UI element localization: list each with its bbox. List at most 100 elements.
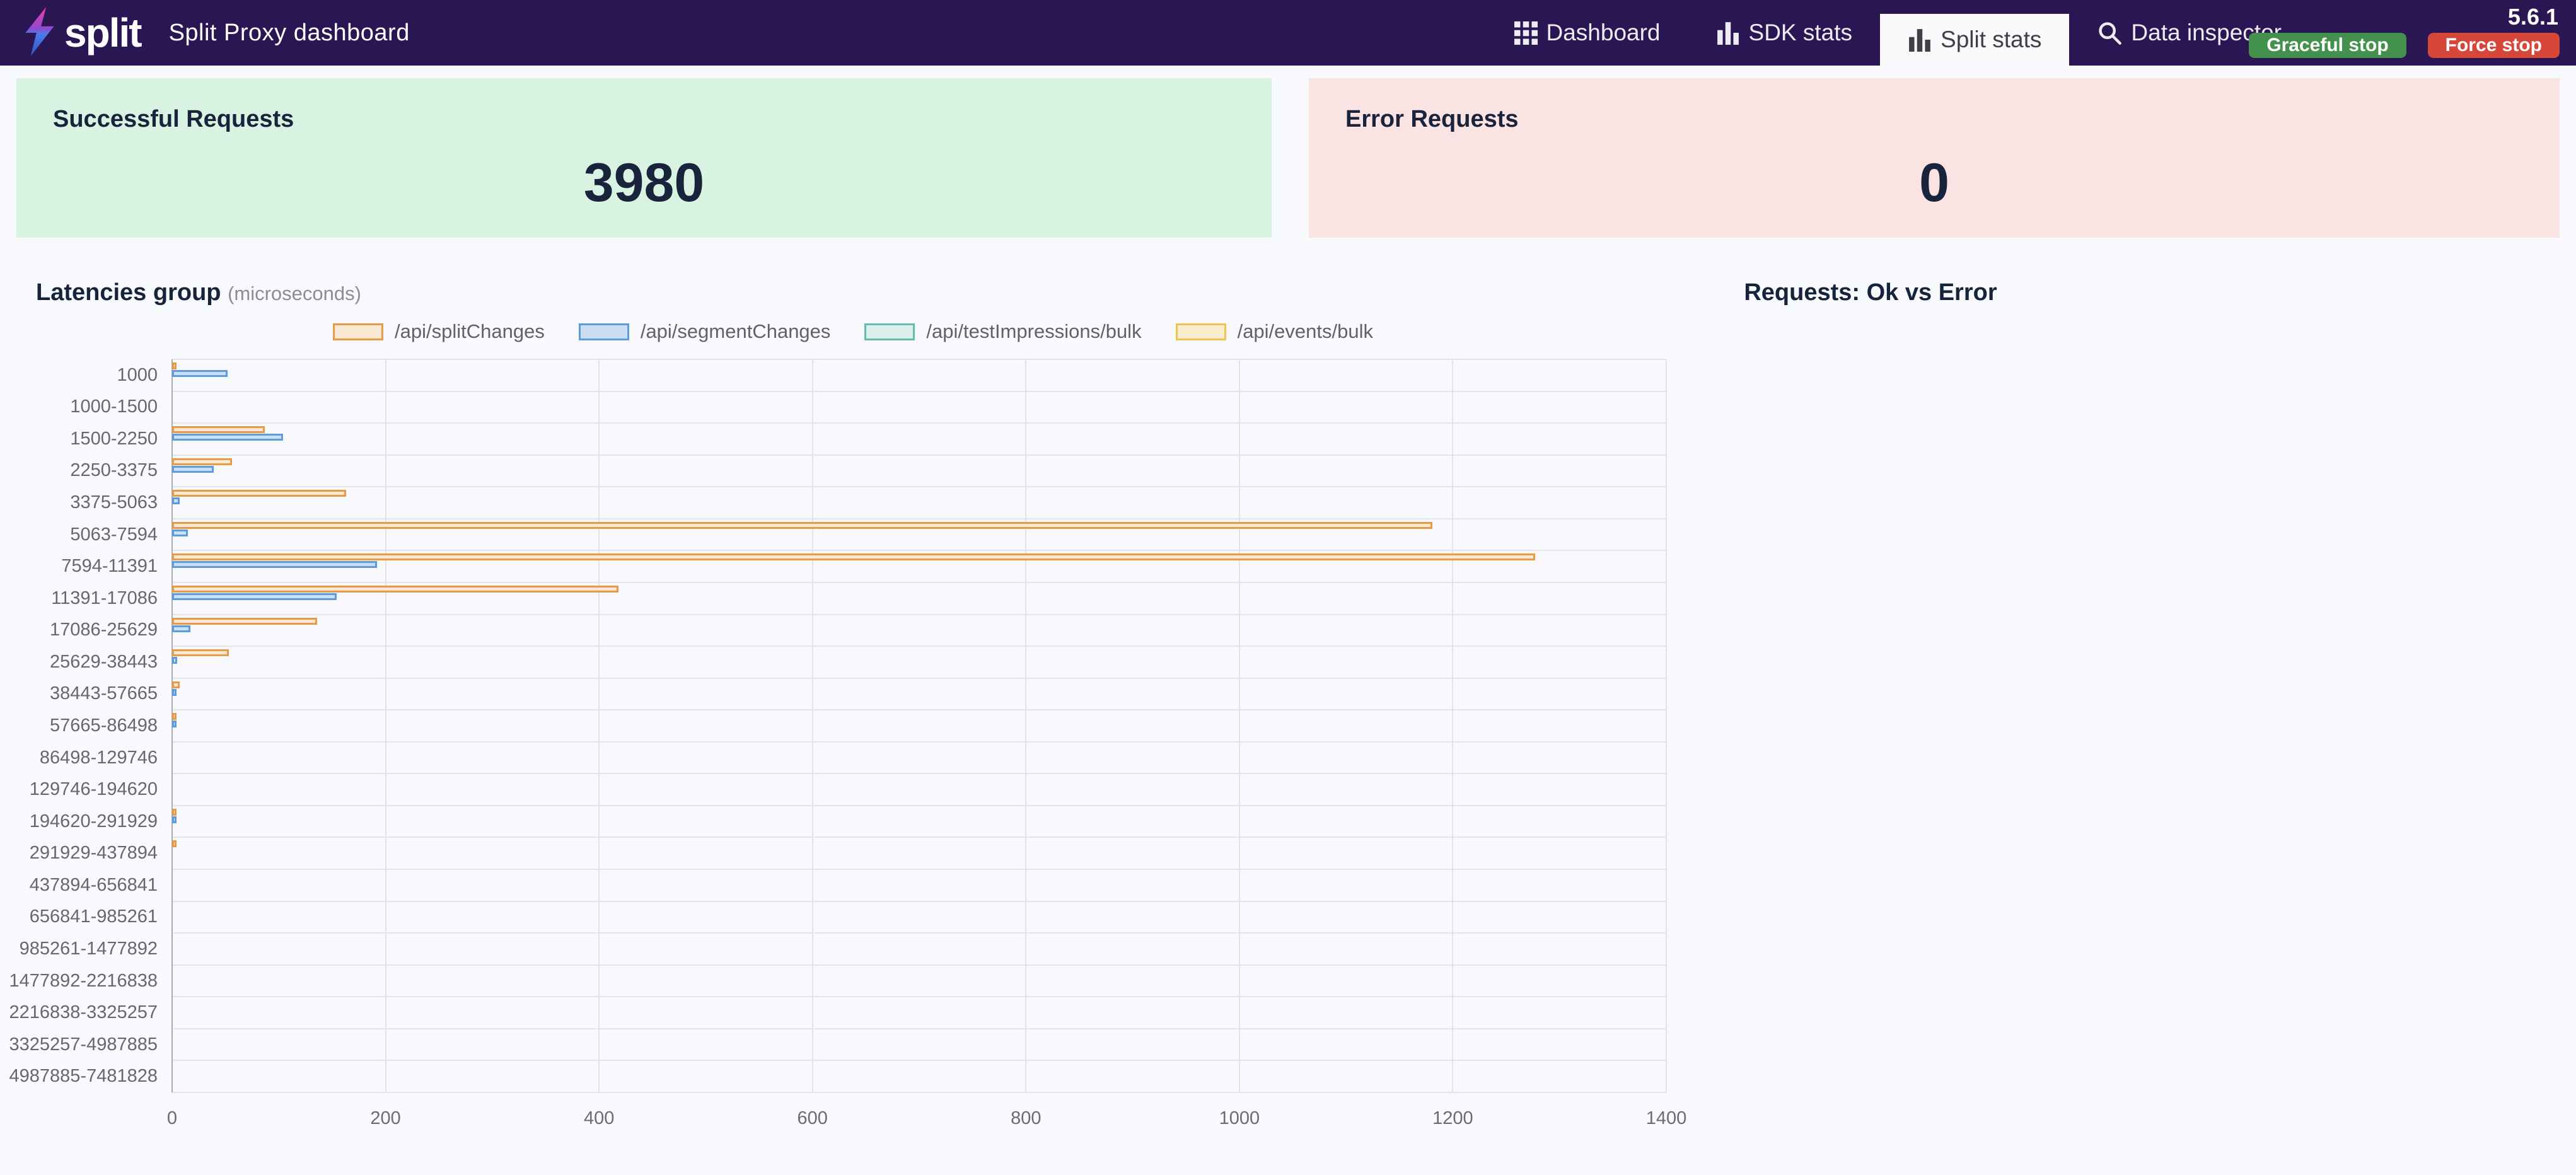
split-logo-icon	[21, 6, 58, 59]
successful-requests-value: 3980	[583, 153, 705, 213]
brand[interactable]: split	[21, 0, 142, 66]
error-requests-title: Error Requests	[1345, 106, 1519, 132]
legend-label: /api/splitChanges	[395, 320, 545, 342]
gridline	[172, 932, 1666, 934]
gridline	[172, 645, 1666, 647]
grid-icon	[1514, 21, 1538, 45]
y-tick-label: 656841-985261	[29, 906, 158, 927]
y-tick-label: 1500-2250	[70, 428, 158, 449]
gridline	[1025, 359, 1027, 1092]
error-requests-value: 0	[1919, 153, 1949, 213]
header-buttons: Graceful stop Force stop	[2249, 33, 2560, 58]
legend-label: /api/segmentChanges	[640, 320, 831, 342]
bar-api-segmentChanges	[172, 625, 190, 632]
gridline	[172, 677, 1666, 679]
legend-item[interactable]: /api/segmentChanges	[578, 320, 831, 343]
brand-wordmark: split	[64, 10, 142, 55]
nav-item-sdk-stats[interactable]: SDK stats	[1688, 0, 1881, 66]
bar-api-splitChanges	[172, 521, 1433, 529]
bar-api-segmentChanges	[172, 688, 177, 696]
page-title: Split Proxy dashboard	[168, 19, 410, 46]
legend-item[interactable]: /api/testImpressions/bulk	[864, 320, 1142, 343]
y-tick-label: 38443-57665	[50, 683, 158, 704]
bar-api-segmentChanges	[172, 370, 228, 377]
successful-requests-card: Successful Requests 3980	[16, 78, 1272, 238]
gridline	[172, 550, 1666, 552]
x-tick-label: 0	[166, 1108, 178, 1128]
bar-chart-icon	[1716, 21, 1740, 45]
gridline	[598, 359, 600, 1092]
split-proxy-dashboard: split Split Proxy dashboard Dashboard SDK…	[0, 0, 2576, 1175]
bar-api-segmentChanges	[172, 561, 378, 569]
header-nav: Dashboard SDK stats Split stats Data inspec…	[1487, 0, 2310, 66]
x-tick-label: 1000	[1219, 1108, 1260, 1128]
bar-api-splitChanges	[172, 458, 232, 465]
bar-api-segmentChanges	[172, 593, 337, 600]
gridline	[172, 709, 1666, 711]
legend-swatch	[1175, 323, 1226, 340]
gridline	[172, 486, 1666, 488]
nav-item-label: SDK stats	[1748, 20, 1853, 45]
legend-swatch	[864, 323, 915, 340]
gridline	[172, 613, 1666, 615]
bar-api-segmentChanges	[172, 816, 177, 823]
gridline	[172, 804, 1666, 806]
x-tick-label: 200	[370, 1108, 401, 1128]
latencies-group-subtitle: (microseconds)	[228, 282, 361, 304]
search-icon	[2097, 20, 2122, 45]
bar-chart-icon	[1908, 28, 1932, 52]
gridline	[172, 359, 1666, 360]
bar-api-splitChanges	[172, 362, 177, 369]
version-label: 5.6.1	[2507, 4, 2558, 30]
gridline	[385, 359, 386, 1092]
gridline	[172, 741, 1666, 743]
nav-item-dashboard[interactable]: Dashboard	[1487, 0, 1688, 66]
gridline	[172, 454, 1666, 456]
y-tick-label: 2216838-3325257	[9, 1002, 158, 1023]
nav-item-label: Split stats	[1941, 26, 2042, 52]
chart-legend: /api/splitChanges/api/segmentChanges/api…	[16, 320, 1690, 343]
bar-api-splitChanges	[172, 426, 265, 434]
y-tick-label: 291929-437894	[29, 843, 158, 864]
latencies-bar-chart	[171, 359, 1667, 1093]
requests-ok-vs-error-title: Requests: Ok vs Error	[1744, 279, 1997, 306]
bar-api-splitChanges	[172, 490, 346, 497]
y-axis-labels: 1000 1000-1500 1500-2250 2250-3375 3375-5063…	[0, 359, 158, 1092]
y-tick-label: 17086-25629	[50, 620, 158, 640]
bar-api-splitChanges	[172, 553, 1535, 561]
bar-api-segmentChanges	[172, 465, 214, 473]
gridline	[172, 900, 1666, 902]
latencies-group-title: Latencies group (microseconds)	[36, 279, 361, 306]
y-tick-label: 4987885-7481828	[9, 1066, 158, 1087]
bar-api-segmentChanges	[172, 497, 180, 505]
header: split Split Proxy dashboard Dashboard SDK…	[0, 0, 2576, 66]
gridline	[172, 422, 1666, 424]
y-tick-label: 3325257-4987885	[9, 1034, 158, 1055]
gridline	[172, 1027, 1666, 1029]
gridline	[172, 1092, 1666, 1093]
y-tick-label: 11391-17086	[51, 588, 158, 608]
nav-item-split-stats[interactable]: Split stats	[1880, 14, 2070, 66]
gridline	[172, 996, 1666, 998]
gridline	[172, 1060, 1666, 1062]
gridline	[1238, 359, 1240, 1092]
legend-item[interactable]: /api/splitChanges	[333, 320, 545, 343]
gridline	[172, 518, 1666, 519]
y-tick-label: 1477892-2216838	[9, 970, 158, 991]
gridline	[172, 836, 1666, 838]
x-axis-labels: 0 200 400 600 800 1000 1200 1400	[0, 1108, 2576, 1133]
gridline	[1452, 359, 1454, 1092]
x-tick-label: 800	[1011, 1108, 1041, 1128]
bar-api-splitChanges	[172, 713, 177, 721]
force-stop-button[interactable]: Force stop	[2427, 33, 2560, 58]
legend-swatch	[333, 323, 383, 340]
x-tick-label: 600	[797, 1108, 828, 1128]
latencies-group-title-text: Latencies group	[36, 279, 221, 306]
y-tick-label: 194620-291929	[29, 811, 158, 831]
bar-api-segmentChanges	[172, 434, 284, 441]
nav-item-label: Dashboard	[1546, 20, 1661, 45]
y-tick-label: 1000-1500	[70, 396, 158, 417]
legend-item[interactable]: /api/events/bulk	[1175, 320, 1373, 343]
graceful-stop-button[interactable]: Graceful stop	[2249, 33, 2406, 58]
y-tick-label: 86498-129746	[39, 747, 158, 768]
